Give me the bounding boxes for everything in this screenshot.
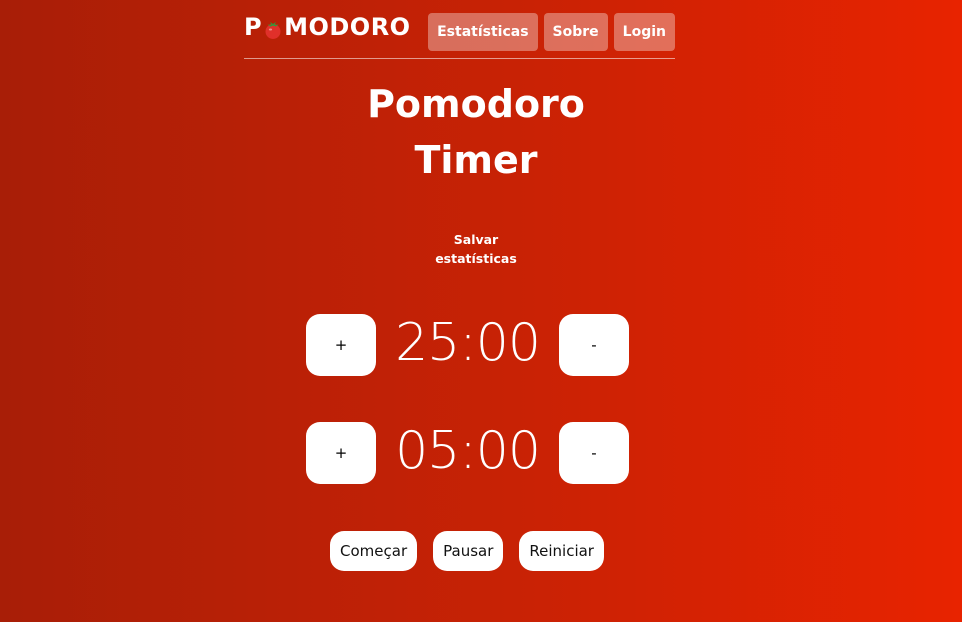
nav-statistics-button[interactable]: Estatísticas [428,13,538,51]
save-statistics-line-2: estatísticas [435,251,517,266]
nav-bar: Estatísticas Sobre Login [428,13,675,51]
pause-button[interactable]: Pausar [433,531,504,571]
header: P MODORO Estatísticas Sobre Login [244,0,675,59]
work-time-display: 25:00 [395,313,541,373]
break-time-display: 05:00 [395,421,541,481]
break-increase-button[interactable]: + [306,422,376,484]
break-decrease-button[interactable]: - [559,422,629,484]
timer-controls: Começar Pausar Reiniciar [0,531,934,571]
break-timer-row: + 05:00 - [306,421,629,484]
page-title: Pomodoro Timer [0,76,952,188]
save-statistics-line-1: Salvar [453,232,499,247]
page-title-line-2: Timer [414,138,538,182]
logo[interactable]: P MODORO [244,13,411,41]
reset-button[interactable]: Reiniciar [519,531,604,571]
work-increase-button[interactable]: + [306,314,376,376]
logo-suffix: MODORO [284,13,411,41]
work-timer-row: + 25:00 - [306,313,629,376]
start-button[interactable]: Começar [330,531,418,571]
tomato-icon [263,18,283,39]
save-statistics-link[interactable]: Salvar estatísticas [0,230,952,268]
logo-prefix: P [244,13,263,41]
nav-about-button[interactable]: Sobre [543,13,608,51]
page-title-line-1: Pomodoro [367,82,585,126]
nav-login-button[interactable]: Login [613,13,675,51]
work-decrease-button[interactable]: - [559,314,629,376]
